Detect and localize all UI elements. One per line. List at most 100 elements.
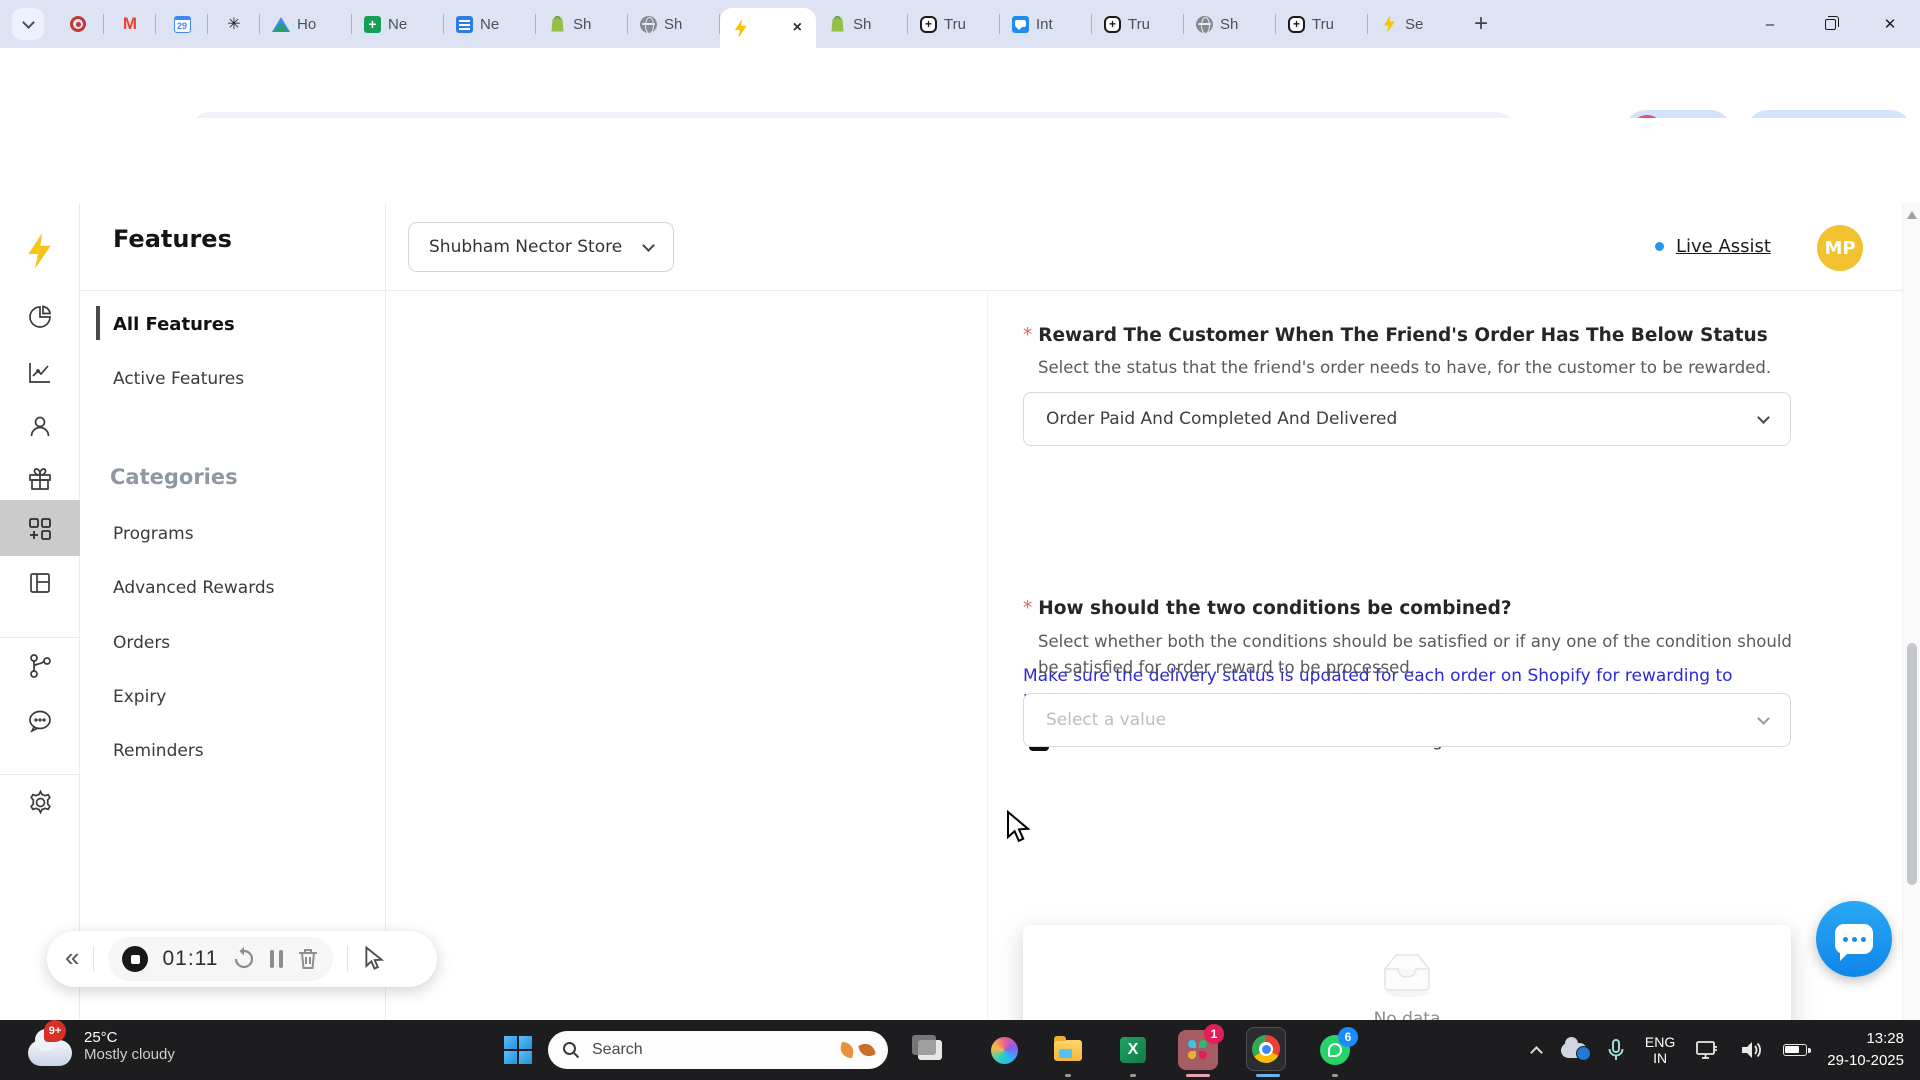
weather-widget[interactable]: 9+ 25°C Mostly cloudy	[28, 1020, 175, 1066]
minimize-button[interactable]: –	[1740, 0, 1800, 48]
volume-icon[interactable]	[1739, 1039, 1763, 1061]
weather-condition: Mostly cloudy	[84, 1046, 175, 1063]
scroll-up-arrow[interactable]	[1907, 211, 1917, 219]
file-explorer-button[interactable]	[1048, 1030, 1088, 1070]
chevron-up-icon	[1530, 1045, 1543, 1059]
tab-strip: M 29 ✳ Ho + Ne Ne Sh Sh × Sh + Tru Int + Tr…	[0, 0, 1920, 48]
sidebar-item-expiry[interactable]: Expiry	[113, 687, 166, 707]
dashboard-pie-icon[interactable]	[0, 304, 80, 330]
tab-globe-2[interactable]: Sh	[1184, 0, 1276, 48]
chrome-button[interactable]	[1246, 1027, 1286, 1071]
user-avatar[interactable]: MP	[1817, 225, 1863, 271]
battery-icon[interactable]	[1783, 1044, 1812, 1056]
apps-grid-icon[interactable]	[0, 515, 80, 543]
nector-logo-lightning-icon[interactable]	[0, 233, 80, 269]
tab-drive[interactable]: Ho	[260, 0, 352, 48]
tab-globe-1[interactable]: Sh	[628, 0, 720, 48]
scrollbar-thumb[interactable]	[1907, 643, 1917, 885]
tab-recorder[interactable]	[52, 0, 104, 48]
tab-truto-3[interactable]: + Tru	[1276, 0, 1368, 48]
tab-nector-settings[interactable]: Se	[1368, 0, 1460, 48]
sidebar-item-all-features[interactable]: All Features	[113, 314, 235, 335]
sidebar-item-advanced-rewards[interactable]: Advanced Rewards	[113, 578, 275, 598]
store-name: Shubham Nector Store	[429, 237, 623, 257]
tab-truto-2[interactable]: + Tru	[1092, 0, 1184, 48]
integrations-branch-icon[interactable]	[0, 653, 80, 679]
intercom-icon	[1012, 15, 1029, 33]
active-app-bar	[1186, 1074, 1210, 1077]
widgets-layout-icon[interactable]	[0, 570, 80, 596]
rewards-gift-icon[interactable]	[0, 466, 80, 492]
tab-chatgpt[interactable]: ✳	[208, 0, 260, 48]
chevron-down-icon	[1757, 410, 1770, 424]
close-window-button[interactable]: ✕	[1860, 0, 1920, 48]
excel-button[interactable]: X	[1113, 1030, 1153, 1070]
cast-display-icon[interactable]	[1695, 1039, 1719, 1061]
nector-app: Features All Features Active Features Ca…	[0, 203, 1920, 1080]
onedrive-cloud-icon[interactable]	[1560, 1036, 1591, 1061]
whatsapp-icon: 6	[1320, 1027, 1358, 1065]
combine-mode-select[interactable]: Select a value	[1023, 693, 1791, 747]
sidebar-item-active-features[interactable]: Active Features	[113, 369, 244, 389]
tab-gmail[interactable]: M	[104, 0, 156, 48]
tab-calendar[interactable]: 29	[156, 0, 208, 48]
tray-date: 29-10-2025	[1827, 1052, 1904, 1069]
task-view-button[interactable]	[910, 1030, 950, 1070]
chat-support-icon[interactable]	[0, 708, 80, 734]
new-tab-button[interactable]: +	[1474, 10, 1488, 38]
chrome-icon	[1252, 1035, 1280, 1063]
open-app-dot	[1332, 1074, 1338, 1077]
collapse-icon[interactable]: «	[65, 942, 79, 973]
globe-icon	[640, 15, 657, 33]
taskbar-search[interactable]: Search	[548, 1031, 888, 1069]
globe-icon	[1196, 15, 1213, 33]
clock[interactable]: 13:28 29-10-2025	[1827, 1028, 1904, 1073]
active-item-bar	[96, 306, 100, 340]
tray-expand-button[interactable]	[1530, 1044, 1543, 1059]
language-indicator[interactable]: ENG IN	[1645, 1034, 1675, 1066]
live-assist-link[interactable]: Live Assist	[1655, 236, 1771, 257]
chevron-down-icon	[21, 15, 35, 29]
cloud-icon: 9+	[28, 1020, 72, 1066]
sidebar-item-reminders[interactable]: Reminders	[113, 741, 204, 761]
microphone-icon[interactable]	[1607, 1038, 1625, 1062]
maximize-button[interactable]	[1800, 0, 1860, 48]
slack-button[interactable]: 1	[1178, 1024, 1224, 1070]
sheets-icon: +	[364, 15, 381, 33]
sidebar-item-orders[interactable]: Orders	[113, 633, 170, 653]
tab-search-button[interactable]	[12, 8, 44, 40]
screen-recorder-toolbar: « 01:11	[47, 931, 437, 987]
customers-person-icon[interactable]	[0, 413, 80, 439]
truto-icon: +	[1288, 15, 1305, 33]
recorder-controls: 01:11	[108, 937, 334, 981]
delete-trash-icon[interactable]	[297, 947, 319, 971]
tab-sheets[interactable]: + Ne	[352, 0, 444, 48]
truto-icon: +	[1104, 15, 1121, 33]
whatsapp-button[interactable]: 6	[1315, 1027, 1358, 1070]
sidebar-item-programs[interactable]: Programs	[113, 524, 194, 544]
tab-intercom[interactable]: Int	[1000, 0, 1092, 48]
tab-close-icon[interactable]: ×	[793, 19, 802, 37]
select-value: Order Paid And Completed And Delivered	[1046, 409, 1398, 429]
shopify-icon	[548, 15, 566, 33]
tab-shopify-1[interactable]: Sh	[536, 0, 628, 48]
settings-gear-icon[interactable]	[0, 789, 80, 816]
tab-shopify-2[interactable]: Sh	[816, 0, 908, 48]
page-scrollbar[interactable]	[1902, 203, 1920, 1020]
order-status-select[interactable]: Order Paid And Completed And Delivered	[1023, 392, 1791, 446]
copilot-icon	[990, 1036, 1018, 1064]
analytics-chart-icon[interactable]	[0, 359, 80, 385]
tab-nector-active[interactable]: ×	[720, 8, 816, 48]
tab-truto-1[interactable]: + Tru	[908, 0, 1000, 48]
live-chat-bubble[interactable]	[1816, 901, 1892, 977]
cursor-tool-icon[interactable]	[362, 946, 386, 972]
tab-docs[interactable]: Ne	[444, 0, 536, 48]
start-button[interactable]	[504, 1036, 532, 1064]
copilot-button[interactable]	[984, 1030, 1024, 1070]
pause-icon[interactable]	[270, 950, 284, 968]
content-divider	[987, 290, 988, 1020]
weather-temp: 25°C	[84, 1029, 118, 1046]
restart-icon[interactable]	[232, 947, 256, 971]
store-selector[interactable]: Shubham Nector Store	[408, 222, 674, 272]
stop-record-button[interactable]	[122, 946, 149, 972]
